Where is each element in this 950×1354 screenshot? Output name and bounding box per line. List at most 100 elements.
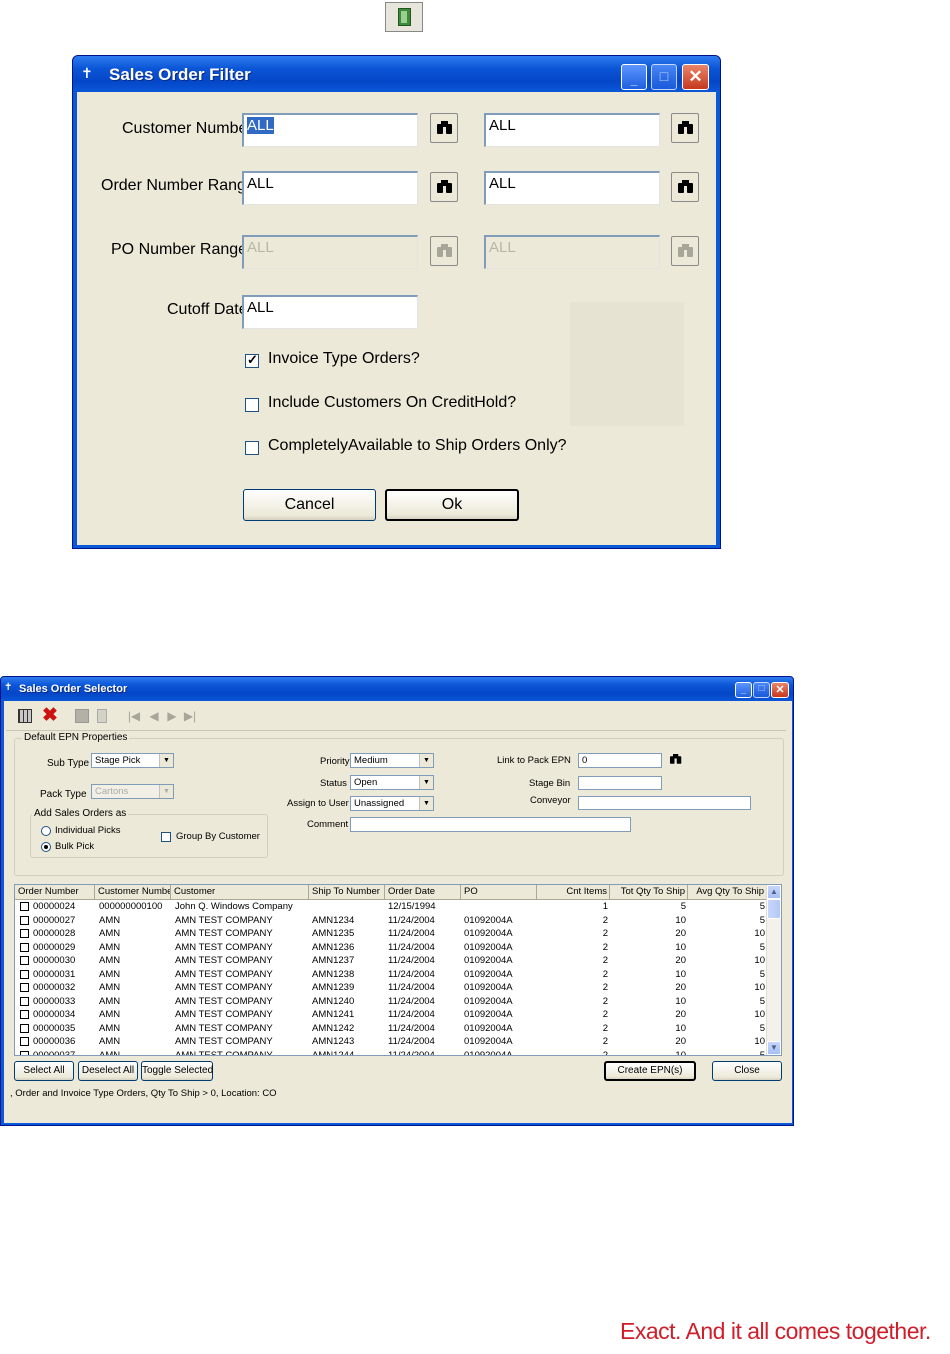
row-checkbox[interactable] (20, 902, 29, 911)
table-cell: AMN TEST COMPANY (175, 1049, 273, 1056)
group-by-customer-checkbox[interactable] (161, 832, 171, 842)
filter-title-bar[interactable]: ✝ Sales Order Filter _ □ ✕ (73, 56, 720, 92)
table-cell: 2 (602, 995, 608, 1007)
ok-button[interactable]: Ok (385, 489, 519, 521)
select-all-button[interactable]: Select All (14, 1061, 74, 1081)
individual-picks-radio[interactable] (41, 826, 51, 836)
minimize-button[interactable]: _ (735, 682, 752, 698)
priority-select[interactable]: Medium ▼ (350, 753, 434, 768)
table-row[interactable]: 00000034 AMN AMN TEST COMPANY AMN1241 11/24/… (15, 1008, 767, 1022)
close-window-button[interactable]: Close (712, 1061, 782, 1081)
table-row[interactable]: 00000029 AMN AMN TEST COMPANY AMN1236 11/24/… (15, 941, 767, 955)
column-header[interactable]: Cnt Items (537, 885, 610, 899)
close-button[interactable]: ✕ (682, 64, 709, 90)
sub-type-select[interactable]: Stage Pick ▼ (91, 753, 174, 768)
binoculars-icon (678, 121, 693, 135)
conveyor-field[interactable] (578, 796, 751, 810)
table-row[interactable]: 00000036 AMN AMN TEST COMPANY AMN1243 11/24/… (15, 1035, 767, 1049)
table-row[interactable]: 00000027 AMN AMN TEST COMPANY AMN1234 11/24/… (15, 914, 767, 928)
column-header[interactable]: Tot Qty To Ship (610, 885, 688, 899)
table-cell: AMN TEST COMPANY (175, 1022, 273, 1034)
row-checkbox[interactable] (20, 929, 29, 938)
table-row[interactable]: 00000028 AMN AMN TEST COMPANY AMN1235 11/24/… (15, 927, 767, 941)
customer-number-to-field[interactable]: ALL (484, 113, 660, 147)
table-row[interactable]: 00000037 AMN AMN TEST COMPANY AMN1244 11/24/… (15, 1049, 767, 1056)
row-checkbox[interactable] (20, 996, 29, 1006)
deselect-all-button[interactable]: Deselect All (78, 1061, 138, 1081)
blank-panel (570, 302, 684, 426)
link-to-pack-epn-field[interactable]: 0 (578, 753, 662, 768)
customer-to-lookup-button[interactable] (671, 113, 699, 143)
table-row[interactable]: 00000030 AMN AMN TEST COMPANY AMN1237 11/24/… (15, 954, 767, 968)
completely-available-label: CompletelyAvailable to Ship Orders Only? (268, 437, 567, 454)
table-cell: 12/15/1994 (388, 901, 436, 912)
maximize-button[interactable]: □ (651, 64, 677, 90)
table-cell: 11/24/2004 (388, 1022, 435, 1034)
bulk-pick-radio[interactable] (41, 842, 51, 852)
order-to-lookup-button[interactable] (671, 172, 699, 202)
table-row[interactable]: 00000031 AMN AMN TEST COMPANY AMN1238 11/24/… (15, 968, 767, 982)
column-header[interactable]: Order Number (15, 885, 95, 899)
include-credit-hold-checkbox[interactable] (245, 398, 259, 412)
comment-field[interactable] (350, 817, 631, 832)
grid-scrollbar[interactable]: ▲ ▼ (766, 885, 781, 1055)
table-cell: 2 (602, 968, 608, 980)
table-cell: 11/24/2004 (388, 1009, 435, 1020)
table-cell: AMN TEST COMPANY (175, 982, 273, 993)
cutoff-date-field[interactable]: ALL (242, 295, 418, 329)
cancel-button[interactable]: Cancel (243, 489, 376, 521)
sales-order-grid[interactable]: Order Number Customer Number Customer Sh… (14, 884, 782, 1056)
column-header[interactable]: Customer Number (95, 885, 171, 899)
column-header[interactable]: Customer (171, 885, 309, 899)
table-cell: 00000030 (33, 955, 76, 966)
row-checkbox[interactable] (20, 915, 29, 925)
row-checkbox[interactable] (20, 1050, 29, 1055)
table-row[interactable]: 00000024 000000000100 John Q. Windows Comp… (15, 900, 767, 914)
column-header[interactable]: Order Date (385, 885, 461, 899)
assign-to-user-select[interactable]: Unassigned ▼ (350, 796, 434, 811)
row-checkbox[interactable] (20, 942, 29, 952)
row-checkbox[interactable] (20, 983, 29, 992)
status-select[interactable]: Open ▼ (350, 775, 434, 790)
pack-type-label: Pack Type (40, 789, 87, 800)
table-cell: AMN (99, 1036, 121, 1047)
selector-title-bar[interactable]: ✝ Sales Order Selector _ □ ✕ (1, 677, 793, 701)
customer-number-from-field[interactable]: ALL (242, 113, 418, 147)
delete-button[interactable]: ✖ (40, 705, 60, 726)
row-checkbox[interactable] (20, 956, 29, 965)
invoice-type-orders-checkbox[interactable] (245, 352, 259, 368)
priority-label: Priority (320, 756, 350, 767)
chevron-down-icon: ▼ (419, 754, 433, 767)
maximize-button[interactable]: □ (753, 682, 770, 698)
column-header[interactable]: Ship To Number (309, 885, 385, 899)
column-header[interactable]: Avg Qty To Ship (688, 885, 767, 899)
scroll-up-icon[interactable]: ▲ (767, 885, 781, 899)
toggle-selected-button[interactable]: Toggle Selected (141, 1061, 213, 1081)
pack-epn-lookup-button[interactable] (668, 752, 684, 768)
scroll-thumb[interactable] (767, 899, 781, 919)
column-header[interactable]: PO (461, 885, 537, 899)
row-checkbox[interactable] (20, 1010, 29, 1019)
table-cell: 00000035 (33, 1022, 76, 1034)
book-icon[interactable] (385, 2, 423, 32)
calculator-button[interactable] (15, 706, 35, 726)
order-number-to-field[interactable]: ALL (484, 171, 660, 205)
completely-available-checkbox[interactable] (245, 441, 259, 455)
order-from-lookup-button[interactable] (430, 172, 458, 202)
table-row[interactable]: 00000035 AMN AMN TEST COMPANY AMN1242 11/24/… (15, 1022, 767, 1036)
row-checkbox[interactable] (20, 1037, 29, 1046)
next-record-button: ▶ (162, 706, 182, 726)
table-cell: AMN (99, 914, 121, 926)
minimize-button[interactable]: _ (621, 64, 647, 90)
scroll-down-icon[interactable]: ▼ (767, 1041, 781, 1055)
row-checkbox[interactable] (20, 1023, 29, 1033)
stage-bin-field[interactable] (578, 776, 662, 790)
table-row[interactable]: 00000032 AMN AMN TEST COMPANY AMN1239 11/24/… (15, 981, 767, 995)
close-button[interactable]: ✕ (771, 682, 789, 698)
table-cell: 01092004A (464, 1049, 513, 1056)
create-epns-button[interactable]: Create EPN(s) (604, 1061, 696, 1081)
table-row[interactable]: 00000033 AMN AMN TEST COMPANY AMN1240 11/24/… (15, 995, 767, 1009)
customer-from-lookup-button[interactable] (430, 113, 458, 143)
order-number-from-field[interactable]: ALL (242, 171, 418, 205)
row-checkbox[interactable] (20, 969, 29, 979)
